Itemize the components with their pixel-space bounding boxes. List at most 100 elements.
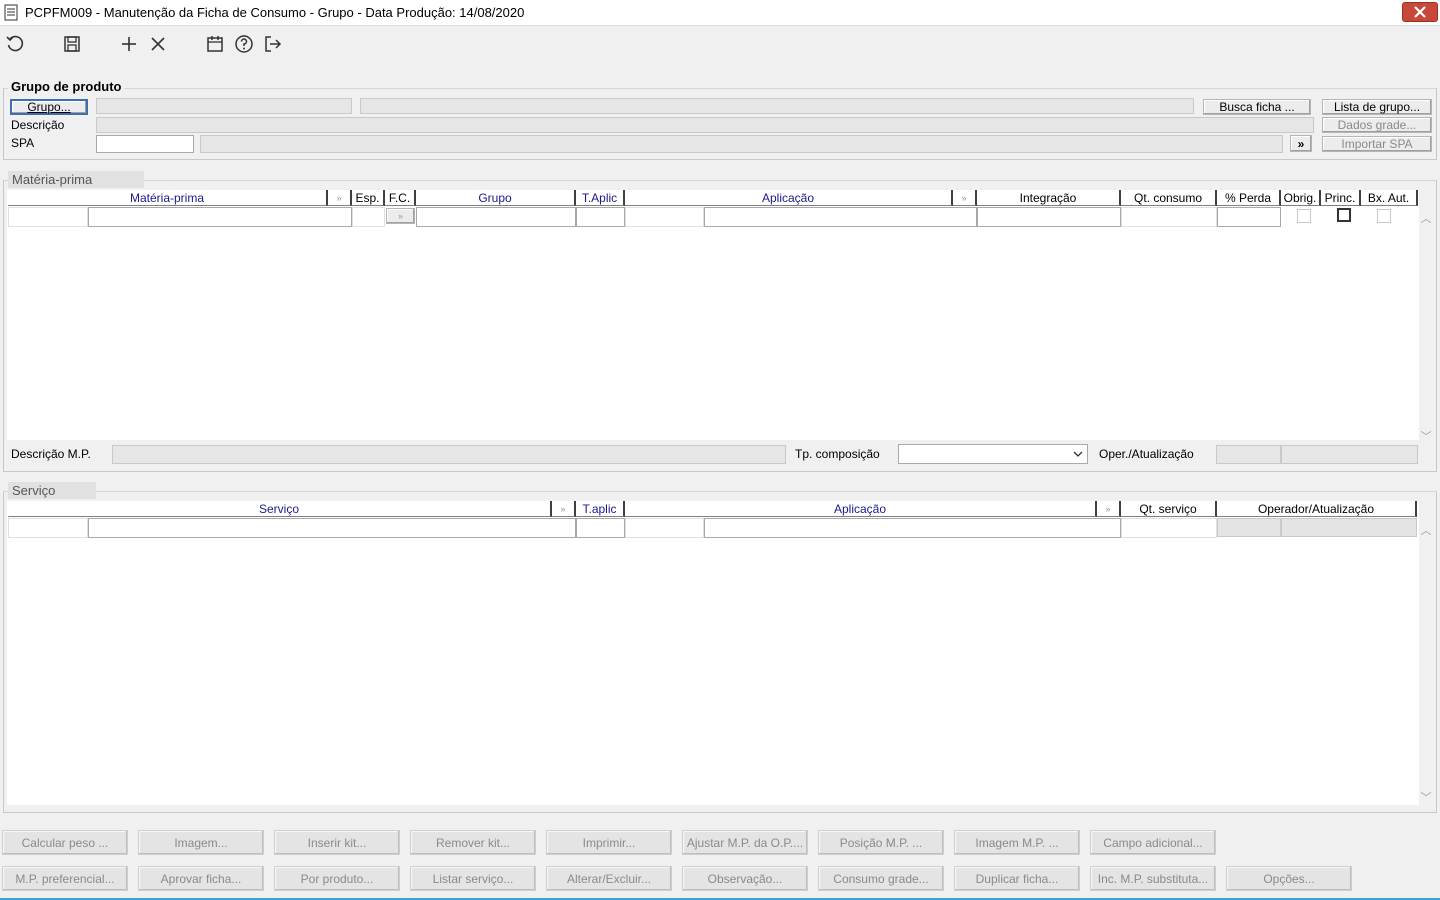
tp-composicao-select[interactable] (898, 444, 1088, 464)
descricao-mp-label: Descrição M.P. (11, 447, 91, 461)
mp-col-qt-consumo[interactable]: Qt. consumo (1121, 190, 1217, 206)
descricao-mp-field (112, 445, 786, 464)
spa-label: SPA (11, 136, 35, 150)
mp-col-materia-prima[interactable]: Matéria-prima (8, 190, 328, 206)
mp-bx-aut-checkbox[interactable] (1377, 209, 1391, 223)
remover-kit-button[interactable]: Remover kit... (410, 830, 536, 855)
close-icon (1414, 6, 1426, 18)
sv-cell-servico[interactable] (88, 518, 576, 538)
imprimir-button[interactable]: Imprimir... (546, 830, 672, 855)
calendar-icon[interactable] (204, 33, 226, 55)
spa-next-button[interactable]: » (1290, 135, 1312, 152)
grupo-name-field[interactable] (360, 98, 1194, 114)
imagem-mp-button[interactable]: Imagem M.P. ... (954, 830, 1080, 855)
mp-col-taplic[interactable]: T.Aplic (576, 190, 625, 206)
mp-scroll-down-icon[interactable]: ﹀ (1419, 428, 1433, 444)
mp-col-obrig[interactable]: Obrig. (1281, 190, 1321, 206)
exit-icon[interactable] (262, 33, 284, 55)
mp-cell-code[interactable] (8, 207, 88, 227)
consumo-grade-button[interactable]: Consumo grade... (818, 866, 944, 891)
aprovar-ficha-button[interactable]: Aprovar ficha... (138, 866, 264, 891)
mp-col-sorter2-icon[interactable]: » (953, 190, 977, 206)
sv-cell-code[interactable] (8, 518, 88, 538)
help-icon[interactable] (233, 33, 255, 55)
materia-prima-legend: Matéria-prima (8, 171, 144, 188)
sv-cell-aplic-code[interactable] (625, 518, 704, 538)
mp-col-sorter-icon[interactable]: » (328, 190, 352, 206)
tp-composicao-label: Tp. composição (795, 447, 880, 461)
duplicar-ficha-button[interactable]: Duplicar ficha... (954, 866, 1080, 891)
importar-spa-button[interactable]: Importar SPA (1322, 136, 1432, 152)
listar-servico-button[interactable]: Listar serviço... (410, 866, 536, 891)
mp-cell-grupo[interactable] (416, 207, 576, 227)
sv-col-servico[interactable]: Serviço (8, 501, 552, 517)
mp-cell-aplicacao[interactable] (704, 207, 977, 227)
mp-cell-esp[interactable] (352, 207, 385, 227)
sv-col-aplicacao[interactable]: Aplicação (625, 501, 1097, 517)
alterar-excluir-button[interactable]: Alterar/Excluir... (546, 866, 672, 891)
campo-adicional-button[interactable]: Campo adicional... (1090, 830, 1216, 855)
inc-mp-substituta-button[interactable]: Inc. M.P. substituta... (1090, 866, 1216, 891)
dados-grade-button[interactable]: Dados grade... (1322, 117, 1432, 133)
spa-input[interactable] (96, 135, 194, 153)
mp-cell-qt-consumo[interactable] (1121, 207, 1217, 227)
calcular-peso-button[interactable]: Calcular peso ... (2, 830, 128, 855)
imagem-button[interactable]: Imagem... (138, 830, 264, 855)
sv-scroll-up-icon[interactable]: ︿ (1419, 522, 1433, 538)
delete-icon[interactable] (147, 33, 169, 55)
mp-preferencial-button[interactable]: M.P. preferencial... (2, 866, 128, 891)
mp-col-grupo[interactable]: Grupo (416, 190, 576, 206)
save-icon[interactable] (61, 33, 83, 55)
mp-cell-perda[interactable] (1217, 207, 1281, 227)
grupo-code-field[interactable] (96, 98, 352, 114)
por-produto-button[interactable]: Por produto... (274, 866, 400, 891)
grupo-button[interactable]: Grupo... (10, 99, 88, 115)
sv-col-taplic[interactable]: T.aplic (576, 501, 625, 517)
mp-cell-taplic[interactable] (576, 207, 625, 227)
window-title: PCPFM009 - Manutenção da Ficha de Consum… (25, 5, 525, 20)
posicao-mp-button[interactable]: Posição M.P. ... (818, 830, 944, 855)
mp-obrig-checkbox[interactable] (1297, 209, 1311, 223)
servico-grid (7, 501, 1419, 805)
mp-col-esp[interactable]: Esp. (352, 190, 385, 206)
busca-ficha-button[interactable]: Busca ficha ... (1203, 99, 1311, 115)
servico-legend: Serviço (8, 482, 96, 499)
sv-col-sorter-icon[interactable]: » (552, 501, 576, 517)
mp-col-princ[interactable]: Princ. (1321, 190, 1361, 206)
sv-cell-taplic[interactable] (576, 518, 625, 538)
mp-cell-fc-button[interactable]: » (386, 208, 415, 224)
mp-princ-checkbox[interactable] (1337, 208, 1351, 222)
sv-col-qt-servico[interactable]: Qt. serviço (1121, 501, 1217, 517)
mp-cell-integracao[interactable] (977, 207, 1121, 227)
descricao-label: Descrição (11, 118, 65, 132)
materia-prima-grid (7, 190, 1419, 440)
sv-cell-atualizacao (1281, 518, 1417, 537)
inserir-kit-button[interactable]: Inserir kit... (274, 830, 400, 855)
mp-scroll-up-icon[interactable]: ︿ (1419, 210, 1433, 226)
mp-col-aplicacao[interactable]: Aplicação (625, 190, 953, 206)
observacao-button[interactable]: Observação... (682, 866, 808, 891)
sv-col-sorter2-icon[interactable]: » (1097, 501, 1121, 517)
spa-description-field (200, 135, 1283, 153)
mp-col-integracao[interactable]: Integração (977, 190, 1121, 206)
refresh-icon[interactable] (4, 33, 26, 55)
sv-cell-qt-servico[interactable] (1121, 518, 1217, 538)
mp-cell-materia-prima[interactable] (88, 207, 352, 227)
descricao-field[interactable] (96, 117, 1314, 133)
mp-col-perda[interactable]: % Perda (1217, 190, 1281, 206)
chevron-down-icon (1073, 451, 1083, 457)
sv-scroll-down-icon[interactable]: ﹀ (1419, 789, 1433, 805)
ajustar-mp-op-button[interactable]: Ajustar M.P. da O.P.... (682, 830, 808, 855)
close-button[interactable] (1402, 2, 1438, 22)
add-icon[interactable] (118, 33, 140, 55)
mp-col-bx-aut[interactable]: Bx. Aut. (1361, 190, 1418, 206)
sv-col-operador[interactable]: Operador/Atualização (1217, 501, 1417, 517)
lista-grupo-button[interactable]: Lista de grupo... (1322, 99, 1432, 115)
opcoes-button[interactable]: Opções... (1226, 866, 1352, 891)
oper-field (1216, 445, 1281, 464)
document-icon (4, 4, 18, 21)
sv-cell-aplicacao[interactable] (704, 518, 1121, 538)
grupo-produto-legend: Grupo de produto (8, 79, 125, 94)
mp-cell-aplic-code[interactable] (625, 207, 704, 227)
mp-col-fc[interactable]: F.C. (385, 190, 416, 206)
